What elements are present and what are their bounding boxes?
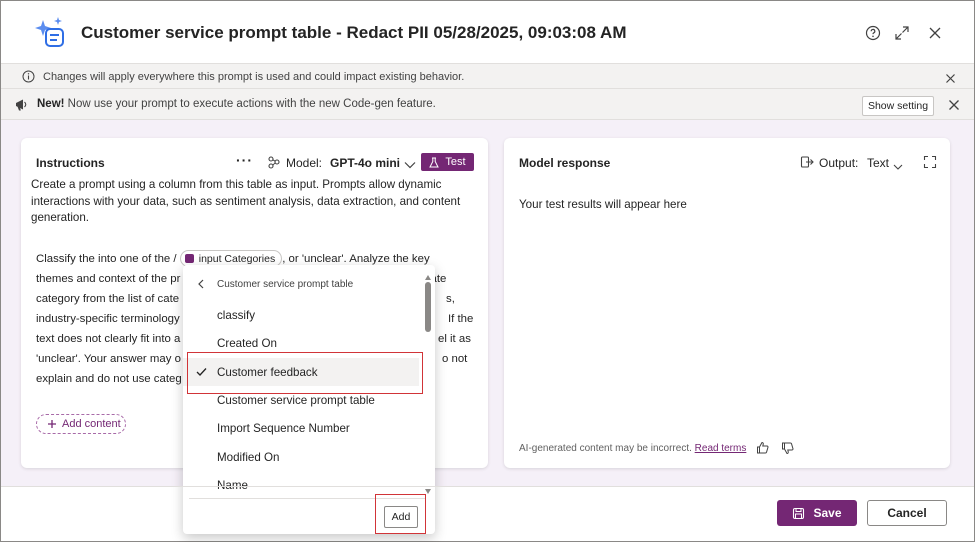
megaphone-icon — [14, 97, 29, 117]
dismiss-announcement-icon[interactable] — [948, 98, 960, 116]
help-icon[interactable] — [863, 23, 883, 43]
prompt-text: category from the list of cate — [36, 293, 180, 305]
dropdown-item-label: Customer service prompt table — [217, 393, 375, 407]
output-label: Output: — [819, 156, 859, 170]
test-button-label: Test — [445, 156, 466, 168]
prompt-text: Classify the into one of the / — [36, 253, 177, 265]
instructions-description: Create a prompt using a column from this… — [31, 178, 461, 224]
output-chevron-down-icon[interactable] — [893, 158, 903, 176]
dialog-title: Customer service prompt table - Redact P… — [81, 23, 627, 42]
announcement-message: Now use your prompt to execute actions w… — [64, 98, 436, 110]
more-options-button[interactable]: ··· — [236, 152, 253, 168]
fullscreen-icon[interactable] — [923, 155, 937, 174]
prompt-text: el it as — [438, 333, 471, 345]
response-placeholder: Your test results will appear here — [519, 198, 687, 211]
thumbs-down-icon[interactable] — [781, 442, 794, 460]
add-content-button[interactable]: Add content — [36, 414, 126, 434]
dropdown-item-label: Modified On — [217, 450, 280, 464]
show-setting-button[interactable]: Show setting — [862, 96, 934, 116]
dropdown-back-header[interactable]: Customer service prompt table — [183, 273, 419, 295]
scrollbar-thumb[interactable] — [425, 282, 431, 332]
info-message-text: Changes will apply everywhere this promp… — [43, 71, 465, 83]
dropdown-item-label: classify — [217, 308, 256, 322]
prompt-text: text does not clearly fit into a — [36, 333, 181, 345]
prompt-text: , or 'unclear'. Analyze the key — [282, 253, 430, 265]
save-button-label: Save — [813, 506, 842, 520]
prompt-text: 'unclear'. Your answer may o — [36, 353, 181, 365]
model-selector[interactable]: GPT-4o mini — [330, 156, 400, 170]
prompt-text: industry-specific terminology — [36, 313, 180, 325]
output-format-selector[interactable]: Text — [867, 156, 889, 170]
disclaimer-text: AI-generated content may be incorrect. — [519, 443, 692, 454]
prompt-text: explain and do not use categ — [36, 373, 182, 385]
prompt-text: s, — [446, 293, 455, 305]
highlight-box-customer-feedback — [187, 352, 423, 394]
dropdown-item-label: Import Sequence Number — [217, 421, 350, 435]
dropdown-item[interactable]: classify — [183, 301, 419, 329]
prompt-text: If the — [448, 313, 474, 325]
expand-icon[interactable] — [892, 23, 912, 43]
dropdown-item-label: Name — [217, 478, 248, 492]
model-response-title: Model response — [519, 156, 611, 170]
instructions-title: Instructions — [36, 156, 105, 170]
save-icon — [792, 507, 805, 520]
info-icon — [22, 70, 35, 88]
prompt-sparkle-icon — [31, 14, 67, 50]
dropdown-item-label: Created On — [217, 336, 277, 350]
cancel-button[interactable]: Cancel — [867, 500, 947, 526]
dismiss-info-icon[interactable] — [945, 71, 956, 89]
dropdown-header-label: Customer service prompt table — [217, 278, 354, 290]
model-response-card — [504, 138, 950, 468]
footer-divider — [1, 486, 974, 487]
dropdown-scrollbar[interactable] — [424, 268, 432, 494]
plus-icon — [47, 419, 57, 429]
save-button[interactable]: Save — [777, 500, 857, 526]
dialog-header: Customer service prompt table - Redact P… — [1, 1, 974, 63]
prompt-text: themes and context of the pr — [36, 273, 181, 285]
close-icon[interactable] — [925, 23, 945, 43]
dropdown-item[interactable]: Import Sequence Number — [183, 414, 419, 442]
chevron-left-icon[interactable] — [197, 279, 205, 292]
output-icon — [800, 155, 814, 174]
dropdown-item[interactable]: Modified On — [183, 443, 419, 471]
model-label: Model: — [286, 156, 323, 170]
highlight-box-add-button — [375, 494, 426, 534]
prompt-text: o not — [442, 353, 468, 365]
flask-icon — [429, 157, 440, 168]
chevron-down-icon[interactable] — [404, 157, 416, 175]
input-icon — [184, 254, 194, 264]
new-label: New! — [37, 98, 65, 110]
ai-disclaimer: AI-generated content may be incorrect. R… — [519, 443, 746, 454]
add-content-label: Add content — [62, 418, 121, 430]
announcement-text: New! Now use your prompt to execute acti… — [37, 98, 436, 110]
info-message-bar: Changes will apply everywhere this promp… — [1, 63, 974, 89]
read-terms-link[interactable]: Read terms — [695, 443, 747, 454]
announcement-bar: New! Now use your prompt to execute acti… — [1, 89, 974, 120]
model-icon — [267, 155, 281, 174]
thumbs-up-icon[interactable] — [756, 441, 769, 459]
test-button[interactable]: Test — [421, 153, 474, 171]
